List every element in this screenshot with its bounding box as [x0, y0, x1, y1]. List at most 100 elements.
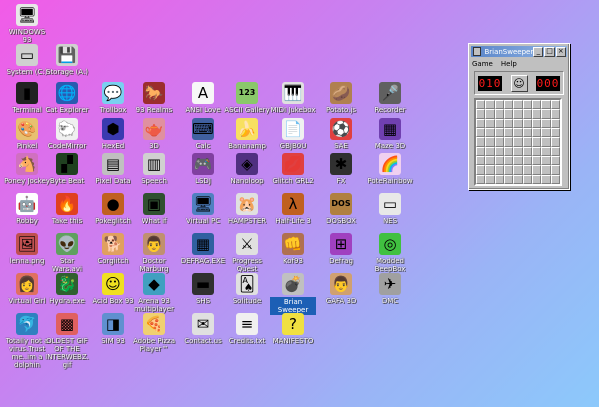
mine-cell[interactable]	[503, 174, 514, 184]
desktop-icon-credits-txt[interactable]: ≡ Credits.txt	[224, 313, 270, 345]
mine-cell[interactable]	[550, 165, 560, 175]
mine-cell[interactable]	[494, 127, 504, 138]
desktop-icon-adobe-pizza-player[interactable]: 🍕 Adobe Pizza Player™	[131, 313, 177, 353]
desktop-icon-3d[interactable]: 🫖 3D	[131, 118, 177, 150]
mine-cell[interactable]	[503, 146, 514, 156]
mine-cell[interactable]	[494, 109, 504, 119]
mine-cell[interactable]	[503, 109, 514, 119]
mine-cell[interactable]	[550, 118, 560, 128]
desktop-icon-acid-box-93[interactable]: ☺ Acid Box 93	[90, 273, 136, 305]
mine-cell[interactable]	[485, 100, 495, 110]
mine-cell[interactable]	[513, 174, 523, 184]
mine-cell[interactable]	[550, 100, 560, 110]
mine-cell[interactable]	[494, 100, 504, 110]
desktop-icon-nanoloop[interactable]: ◈ Nanoloop	[224, 153, 270, 185]
mine-cell[interactable]	[541, 174, 551, 184]
desktop-icon-half-life-3[interactable]: λ Half-Life 3	[270, 193, 316, 225]
mine-cell[interactable]	[494, 155, 504, 166]
mine-cell[interactable]	[550, 146, 560, 156]
desktop-icon-nes[interactable]: ▭ NES	[367, 193, 413, 225]
desktop-icon-bananamp[interactable]: 🍌 Bananamp	[224, 118, 270, 150]
mine-cell[interactable]	[485, 137, 495, 147]
desktop-icon-calc[interactable]: ⌨ Calc	[180, 118, 226, 150]
desktop-icon-pokeglitch[interactable]: ● Pokeglitch	[90, 193, 136, 225]
desktop-icon-gafa-3d[interactable]: 👨 GAFA 3D	[318, 273, 364, 305]
mine-cell[interactable]	[522, 146, 532, 156]
mine-cell[interactable]	[476, 127, 486, 138]
mine-cell[interactable]	[513, 118, 523, 128]
mine-cell[interactable]	[476, 155, 486, 166]
desktop-icon-doctor-marburg[interactable]: 👨 Doctor Marburg	[131, 233, 177, 273]
mine-cell[interactable]	[550, 155, 560, 166]
mine-cell[interactable]	[531, 174, 542, 184]
desktop-icon-what-if[interactable]: ▣ What if	[131, 193, 177, 225]
desktop-icon-defrag[interactable]: ⊞ Defrag	[318, 233, 364, 265]
close-button[interactable]: ×	[555, 46, 566, 57]
desktop-icon-gbjb0u[interactable]: 📄 GBJB0U	[270, 118, 316, 150]
desktop-icon-arena-93-multiplayer[interactable]: ◆ Arena 93 multiplayer	[131, 273, 177, 313]
desktop-icon-defrag-exe[interactable]: ▦ DEFRAG.EXE	[180, 233, 226, 265]
mine-cell[interactable]	[513, 155, 523, 166]
desktop-icon-ascii-gallery[interactable]: 123 ASCII Gallery	[224, 82, 270, 114]
mine-cell[interactable]	[494, 118, 504, 128]
mine-cell[interactable]	[513, 100, 523, 110]
mine-cell[interactable]	[503, 100, 514, 110]
desktop-icon-speech[interactable]: ▥ Speech	[131, 153, 177, 185]
desktop-icon-dmc[interactable]: ✈ DMC	[367, 273, 413, 305]
mine-cell[interactable]	[550, 137, 560, 147]
mine-cell[interactable]	[476, 118, 486, 128]
mine-cell[interactable]	[522, 165, 532, 175]
mine-cell[interactable]	[503, 165, 514, 175]
desktop-icon-contact-us[interactable]: ✉ Contact.us	[180, 313, 226, 345]
mine-cell[interactable]	[494, 146, 504, 156]
mine-cell[interactable]	[541, 155, 551, 166]
mine-cell[interactable]	[550, 127, 560, 138]
desktop-icon-kof93[interactable]: 👊 Kof93	[270, 233, 316, 265]
mine-cell[interactable]	[522, 109, 532, 119]
mine-cell[interactable]	[531, 146, 542, 156]
mine-cell[interactable]	[522, 174, 532, 184]
desktop-icon-pixel-data[interactable]: ▤ Pixel Data	[90, 153, 136, 185]
desktop-icon-lsdj[interactable]: 🎮 LSDJ	[180, 153, 226, 185]
mine-cell[interactable]	[503, 127, 514, 138]
mine-cell[interactable]	[531, 137, 542, 147]
mine-cell[interactable]	[485, 118, 495, 128]
desktop-icon-star-wars-avi[interactable]: 👽 Star Wars.avi	[44, 233, 90, 273]
mine-cell[interactable]	[513, 109, 523, 119]
mine-cell[interactable]	[503, 137, 514, 147]
desktop-icon-poterainbow[interactable]: 🌈 PoteRainbow	[367, 153, 413, 185]
mine-cell[interactable]	[476, 174, 486, 184]
mine-cell[interactable]	[531, 118, 542, 128]
mine-cell[interactable]	[513, 165, 523, 175]
desktop-icon-trollbox[interactable]: 💬 Trollbox	[90, 82, 136, 114]
desktop-icon-recorder[interactable]: 🎤 Recorder	[367, 82, 413, 114]
desktop-icon-hexed[interactable]: ⬢ HexEd	[90, 118, 136, 150]
mine-cell[interactable]	[513, 146, 523, 156]
menu-game[interactable]: Game	[472, 60, 493, 68]
mine-cell[interactable]	[494, 165, 504, 175]
mine-cell[interactable]	[476, 165, 486, 175]
mine-cell[interactable]	[494, 174, 504, 184]
mine-cell[interactable]	[485, 146, 495, 156]
mine-cell[interactable]	[522, 118, 532, 128]
mine-cell[interactable]	[503, 118, 514, 128]
mine-cell[interactable]	[531, 155, 542, 166]
desktop-icon-windows-93[interactable]: 🖥 WINDOWS 93	[4, 4, 50, 44]
desktop-icon-hydra-exe[interactable]: 🐉 Hydra.exe	[44, 273, 90, 305]
mine-cell[interactable]	[476, 146, 486, 156]
desktop-icon-progress-quest[interactable]: ⚔ Progress Quest	[224, 233, 270, 273]
mine-cell[interactable]	[531, 127, 542, 138]
mine-cell[interactable]	[522, 100, 532, 110]
desktop-icon-shs[interactable]: ▬ SHS	[180, 273, 226, 305]
mine-cell[interactable]	[513, 137, 523, 147]
desktop-icon-storage-a[interactable]: 💾 Storage (A:)	[44, 44, 90, 76]
mine-cell[interactable]	[485, 127, 495, 138]
desktop-icon-codemirror[interactable]: 🐑 CodeMirror	[44, 118, 90, 150]
desktop-icon-midi-jukebox[interactable]: 🎹 MIDI Jukebox	[270, 82, 316, 114]
mine-cell[interactable]	[522, 127, 532, 138]
mine-cell[interactable]	[485, 174, 495, 184]
desktop-icon-brian-sweeper[interactable]: 💣 Brian Sweeper	[270, 273, 316, 315]
desktop-icon-sim-93[interactable]: ◨ SIM 93	[90, 313, 136, 345]
desktop-icon-maze-3d[interactable]: ▦ Maze 3D	[367, 118, 413, 150]
mine-cell[interactable]	[531, 100, 542, 110]
